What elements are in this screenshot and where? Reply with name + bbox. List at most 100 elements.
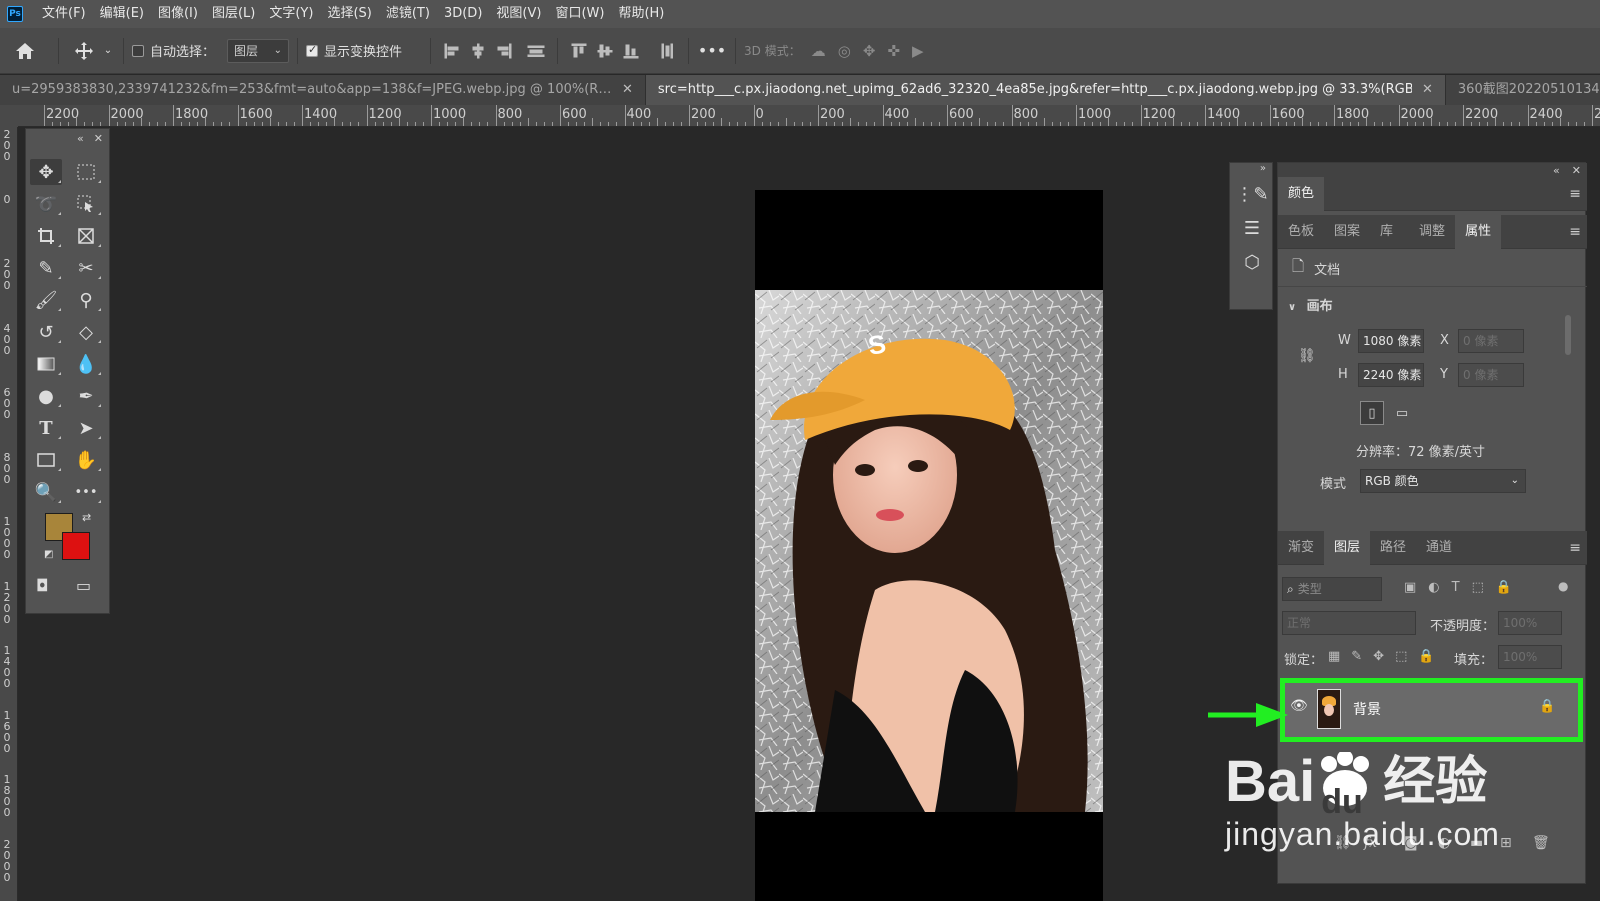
tab-gradients[interactable]: 渐变	[1278, 531, 1324, 565]
mode-dropdown[interactable]: RGB 颜色 ⌄	[1360, 469, 1526, 493]
object-select-tool-icon[interactable]	[70, 191, 102, 217]
align-left-icon[interactable]	[439, 38, 465, 64]
3d-cube-icon[interactable]: ⬡	[1230, 245, 1274, 279]
default-colors-icon[interactable]: ◩	[44, 549, 53, 560]
landscape-orientation-icon[interactable]: ▭	[1390, 401, 1414, 425]
more-tools-icon[interactable]: •••	[70, 479, 102, 505]
filter-toggle-icon[interactable]: ●	[1558, 579, 1568, 593]
close-icon[interactable]: ✕	[622, 75, 633, 105]
3d-mode-icons[interactable]: ☁◎✥✜▶	[811, 42, 936, 60]
layer-filter-dropdown[interactable]: ⌕ 类型	[1282, 577, 1382, 601]
eyedropper-tool-icon[interactable]: ✎	[30, 255, 62, 281]
menu-window[interactable]: 窗口(W)	[548, 0, 611, 28]
hand-tool-icon[interactable]: ✋	[70, 447, 102, 473]
menu-filter[interactable]: 滤镜(T)	[379, 0, 437, 28]
align-top-icon[interactable]	[566, 38, 592, 64]
canvas-section-header[interactable]: ∨ 画布	[1288, 295, 1333, 314]
home-icon[interactable]	[0, 42, 50, 60]
panel-menu-icon[interactable]: ≡	[1569, 540, 1581, 556]
type-tool-icon[interactable]: T	[30, 415, 62, 441]
menu-select[interactable]: 选择(S)	[320, 0, 378, 28]
close-icon[interactable]: ✕	[94, 132, 103, 145]
history-brush-tool-icon[interactable]: ↺	[30, 319, 62, 345]
swap-colors-icon[interactable]: ⇄	[82, 511, 91, 524]
document-tab[interactable]: u=2959383830,2339741232&fm=253&fmt=auto&…	[0, 75, 646, 105]
rectangle-tool-icon[interactable]	[30, 447, 62, 473]
frame-tool-icon[interactable]	[70, 223, 102, 249]
layer-row[interactable]: 👁 背景 🔒	[1280, 678, 1583, 742]
tab-patterns[interactable]: 图案	[1324, 215, 1370, 249]
link-icon[interactable]: ⛓	[1298, 348, 1316, 364]
tab-layers[interactable]: 图层	[1324, 530, 1371, 565]
close-icon[interactable]: ✕	[1422, 75, 1433, 105]
menu-image[interactable]: 图像(I)	[151, 0, 205, 28]
background-color-swatch[interactable]	[62, 532, 90, 560]
align-middle-icon[interactable]	[592, 38, 618, 64]
crop-tool-icon[interactable]	[30, 223, 62, 249]
document-canvas[interactable]: S	[755, 190, 1103, 901]
align-hcenter-icon[interactable]	[465, 38, 491, 64]
align-bottom-icon[interactable]	[618, 38, 644, 64]
adjustments-icon[interactable]: ☰	[1230, 211, 1274, 245]
auto-select-checkbox[interactable]	[132, 44, 144, 57]
eraser-tool-icon[interactable]: ◇	[70, 319, 102, 345]
path-select-tool-icon[interactable]: ➤	[70, 415, 102, 441]
menu-help[interactable]: 帮助(H)	[611, 0, 671, 28]
screen-mode-icon[interactable]: ▭	[76, 576, 91, 595]
horizontal-ruler[interactable]: 2200 2000 1800 1600 1400 1200 1000 800 600 400 200…	[18, 105, 1600, 127]
menu-type[interactable]: 文字(Y)	[262, 0, 320, 28]
lasso-tool-icon[interactable]: ➰	[30, 191, 62, 217]
tab-adjustments[interactable]: 调整	[1409, 215, 1455, 249]
panel-menu-icon[interactable]: ≡	[1569, 224, 1581, 240]
tab-color[interactable]: 颜色	[1278, 176, 1325, 211]
move-tool-icon[interactable]	[67, 41, 101, 61]
properties-scrollbar[interactable]	[1562, 305, 1574, 495]
spot-heal-tool-icon[interactable]: ✂	[70, 255, 102, 281]
document-tab-active[interactable]: src=http___c.px.jiaodong.net_upimg_62ad6…	[645, 75, 1446, 105]
zoom-tool-icon[interactable]: 🔍	[30, 479, 62, 505]
close-icon[interactable]: ✕	[1572, 164, 1581, 177]
align-vcenter-icon[interactable]	[523, 38, 549, 64]
expand-icon[interactable]: »	[1230, 163, 1272, 177]
marquee-tool-icon[interactable]	[70, 159, 102, 185]
menu-layer[interactable]: 图层(L)	[205, 0, 262, 28]
tab-properties[interactable]: 属性	[1455, 214, 1502, 249]
auto-select-target-dropdown[interactable]: 图层 ⌄	[227, 38, 290, 63]
menu-edit[interactable]: 编辑(E)	[93, 0, 151, 28]
collapse-icon[interactable]: «	[1553, 164, 1560, 177]
visibility-eye-icon[interactable]: 👁	[1290, 698, 1308, 714]
portrait-orientation-icon[interactable]: ▯	[1360, 401, 1384, 425]
opacity-field[interactable]: 100%	[1498, 611, 1562, 635]
new-layer-icon[interactable]: ⊞	[1500, 835, 1512, 851]
fill-field[interactable]: 100%	[1498, 645, 1562, 669]
quick-mask-icon[interactable]: ◘	[36, 576, 49, 595]
gradient-tool-icon[interactable]	[30, 351, 62, 377]
chevron-down-icon[interactable]: ⌄	[101, 45, 115, 56]
pen-tool-icon[interactable]: ✒	[70, 383, 102, 409]
distribute-icon[interactable]	[654, 38, 680, 64]
move-tool-icon[interactable]: ✥	[30, 159, 62, 185]
dodge-tool-icon[interactable]: ●	[30, 383, 62, 409]
tab-swatches[interactable]: 色板	[1278, 215, 1324, 249]
document-tab[interactable]: 360截图20220510134	[1445, 75, 1600, 105]
collapse-icon[interactable]: «	[77, 132, 84, 145]
menu-3d[interactable]: 3D(D)	[437, 0, 489, 28]
tab-libraries[interactable]: 库	[1370, 215, 1403, 249]
trash-icon[interactable]: 🗑	[1532, 835, 1550, 851]
align-right-icon[interactable]	[491, 38, 517, 64]
tab-paths[interactable]: 路径	[1370, 531, 1416, 565]
y-field[interactable]: 0 像素	[1458, 363, 1524, 387]
brush-settings-icon[interactable]: ⋮✎	[1230, 177, 1274, 211]
vertical-ruler[interactable]: 200 0 200 400 600 800 1000 1200 1400 1600 1800 2000	[0, 127, 18, 901]
show-transform-checkbox[interactable]	[306, 43, 319, 57]
tab-channels[interactable]: 通道	[1416, 531, 1462, 565]
scrollbar-thumb[interactable]	[1565, 315, 1571, 355]
blend-mode-dropdown[interactable]: 正常	[1282, 611, 1416, 635]
menu-file[interactable]: 文件(F)	[35, 0, 93, 28]
menu-view[interactable]: 视图(V)	[489, 0, 548, 28]
layer-filter-icons[interactable]: ▣◐T⬚🔒	[1404, 580, 1524, 595]
height-field[interactable]: 2240 像素	[1358, 363, 1424, 387]
more-options-icon[interactable]: •••	[697, 41, 727, 60]
x-field[interactable]: 0 像素	[1458, 329, 1524, 353]
brush-tool-icon[interactable]: 🖌	[30, 287, 62, 313]
